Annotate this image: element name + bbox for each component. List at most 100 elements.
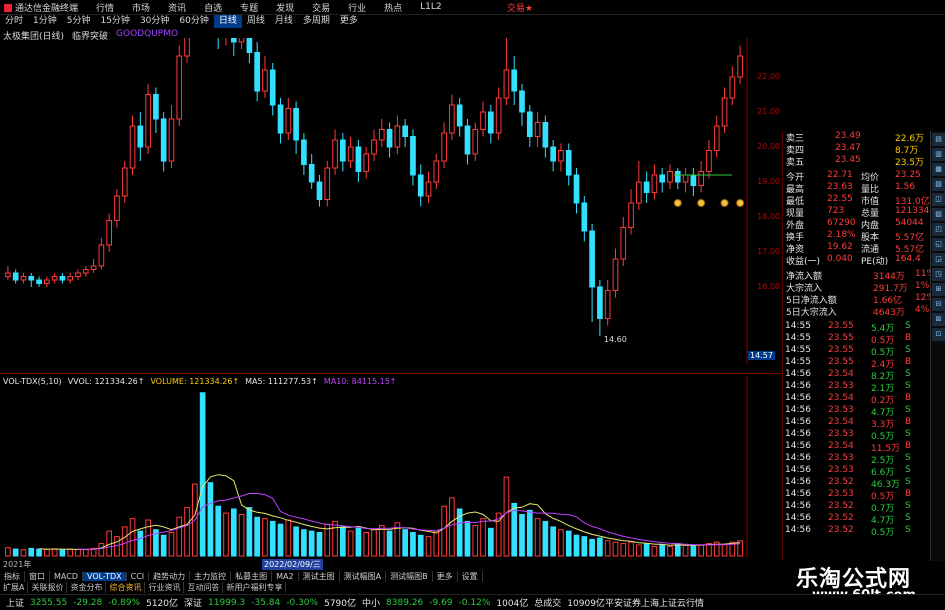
menu-zixuan[interactable]: 自选 [204, 1, 222, 14]
subtab-qa[interactable]: 互动问答 [184, 582, 224, 593]
tab-more[interactable]: 更多 [433, 571, 458, 582]
subtab-fund[interactable]: 资金分布 [67, 582, 107, 593]
tick-row[interactable]: 14:56 23.52 0.7万 S [783, 501, 931, 514]
tick-row[interactable]: 14:56 23.53 0.5万 B [783, 489, 931, 502]
period-5min[interactable]: 5分钟 [62, 15, 96, 28]
tab-ceshi-main[interactable]: 测试主图 [299, 571, 340, 582]
stat-row[interactable]: 收益(一) 0.040 PE(动) 164.4 [783, 254, 931, 267]
tool-icon-13[interactable]: ⊠ [932, 313, 945, 326]
server-note[interactable]: 平安证券上海上证云行情 [605, 596, 704, 609]
menu-zixun[interactable]: 资讯 [168, 1, 186, 14]
tab-chuangkou[interactable]: 窗口 [25, 571, 50, 582]
kline-chart[interactable]: 27.1814.60 [0, 38, 748, 364]
subtab-extend[interactable]: 扩展A [0, 582, 29, 593]
tick-row[interactable]: 14:56 23.54 11.5万 B [783, 441, 931, 454]
tab-zhuli[interactable]: 主力监控 [190, 571, 232, 582]
menu-redian[interactable]: 热点 [384, 1, 402, 14]
tab-settings[interactable]: 设置 [458, 571, 483, 582]
tab-macd[interactable]: MACD [50, 572, 83, 581]
stat-row[interactable]: 现量 723 总量 121334 [783, 206, 931, 219]
subtab-industry[interactable]: 行业资讯 [145, 582, 185, 593]
subtab-related[interactable]: 关联报价 [28, 582, 68, 593]
stat-row[interactable]: 今开 22.71 均价 23.25 [783, 170, 931, 183]
period-30min[interactable]: 30分钟 [135, 15, 174, 28]
stat-row[interactable]: 最低 22.55 市值 131.0亿 [783, 194, 931, 207]
stat-row[interactable]: 外盘 67290 内盘 54044 [783, 218, 931, 231]
tool-icon-9[interactable]: ◲ [932, 253, 945, 266]
period-fenshi[interactable]: 分时 [0, 15, 28, 28]
flow-row[interactable]: 5日大宗流入 4643万 4% [783, 305, 931, 318]
volume-chart[interactable]: 200040006000800010000 [0, 376, 748, 558]
tick-row[interactable]: 14:56 23.52 0.5万 S [783, 525, 931, 538]
tick-row[interactable]: 14:56 23.53 6.6万 S [783, 465, 931, 478]
tool-icon-7[interactable]: ◰ [932, 223, 945, 236]
tick-row[interactable]: 14:56 23.53 0.5万 S [783, 429, 931, 442]
menu-shichang[interactable]: 市场 [132, 1, 150, 14]
flow-row[interactable]: 净流入额 3144万 11% [783, 269, 935, 282]
period-15min[interactable]: 15分钟 [95, 15, 134, 28]
tick-row[interactable]: 14:56 23.53 4.7万 S [783, 405, 931, 418]
period-weekly[interactable]: 周线 [242, 15, 270, 28]
tick-row[interactable]: 14:56 23.54 3.3万 B [783, 417, 931, 430]
tab-simu[interactable]: 私募主图 [231, 571, 273, 582]
period-daily[interactable]: 日线 [213, 15, 242, 28]
tick-row[interactable]: 14:56 23.54 0.2万 B [783, 393, 931, 406]
tick-row[interactable]: 14:56 23.52 4.7万 S [783, 513, 931, 526]
tab-qushi[interactable]: 趋势动力 [149, 571, 191, 582]
tick-row[interactable]: 14:55 23.55 2.4万 B [783, 357, 931, 370]
tick-row[interactable]: 14:56 23.52 46.3万 S [783, 477, 931, 490]
subtab-newuser[interactable]: 新用户福利专享 [223, 582, 287, 593]
tool-icon-5[interactable]: ◫ [932, 193, 945, 206]
menu-hangye[interactable]: 行业 [348, 1, 366, 14]
tool-icon-8[interactable]: ◱ [932, 238, 945, 251]
subtab-news[interactable]: 综合资讯 [106, 582, 146, 593]
tick-row[interactable]: 14:56 23.53 2.5万 S [783, 453, 931, 466]
period-1min[interactable]: 1分钟 [28, 15, 62, 28]
tab-zhibiao[interactable]: 指标 [0, 571, 25, 582]
tool-icon-6[interactable]: ▨ [932, 208, 945, 221]
tab-ma2[interactable]: MA2 [272, 572, 299, 581]
period-more[interactable]: 更多 [335, 15, 363, 28]
tab-cci[interactable]: CCI [127, 572, 150, 581]
flow-row[interactable]: 大宗流入 291.7万 1% [783, 281, 931, 294]
tab-vol-tdx[interactable]: VOL-TDX [82, 572, 127, 581]
ask-row[interactable]: 卖三 23.49 22.6万 [783, 131, 931, 144]
tab-ceshi-a[interactable]: 测试幅图A [340, 571, 387, 582]
period-60min[interactable]: 60分钟 [174, 15, 213, 28]
tick-row[interactable]: 14:55 23.55 5.4万 S [783, 321, 931, 334]
menu-jiaoyi[interactable]: 交易 [312, 1, 330, 14]
trade-brand-link[interactable]: 交易★ [507, 1, 533, 14]
tick-row[interactable]: 14:55 23.55 0.5万 B [783, 333, 931, 346]
ask-row[interactable]: 卖五 23.45 23.5万 [783, 155, 931, 168]
tool-icon-2[interactable]: ▥ [932, 148, 945, 161]
stat-row[interactable]: 最高 23.63 量比 1.56 [783, 182, 931, 195]
menu-faxian[interactable]: 发现 [276, 1, 294, 14]
tick-row[interactable]: 14:55 23.55 0.5万 S [783, 345, 931, 358]
zx-label[interactable]: 中小 [362, 596, 380, 609]
tool-icon-1[interactable]: ▤ [932, 133, 945, 146]
ask-row[interactable]: 卖四 23.47 8.7万 [783, 143, 931, 156]
tool-icon-4[interactable]: ▧ [932, 178, 945, 191]
tool-icon-3[interactable]: ▦ [932, 163, 945, 176]
tool-icon-10[interactable]: ◳ [932, 268, 945, 281]
tool-icon-14[interactable]: ⊡ [932, 328, 945, 341]
tab-ceshi-b[interactable]: 测试幅图B [386, 571, 433, 582]
candle-body [433, 160, 440, 183]
period-multi[interactable]: 多周期 [298, 15, 335, 28]
tick-price: 23.55 [828, 357, 854, 367]
stat-row[interactable]: 净资 19.62 流通 5.57亿 [783, 242, 931, 255]
tick-row[interactable]: 14:56 23.54 8.2万 S [783, 369, 931, 382]
stat-row[interactable]: 换手 2.18% 股本 5.57亿 [783, 230, 931, 243]
tool-icon-11[interactable]: ⊞ [932, 283, 945, 296]
flow-row[interactable]: 5日净流入额 1.66亿 12% [783, 293, 935, 306]
sh-label[interactable]: 上证 [6, 596, 24, 609]
sz-label[interactable]: 深证 [184, 596, 202, 609]
menu-hangqing[interactable]: 行情 [96, 1, 114, 14]
tool-icon-12[interactable]: ⊟ [932, 298, 945, 311]
menu-l1l2[interactable]: L1L2 [420, 2, 441, 12]
tick-row[interactable]: 14:56 23.53 2.1万 S [783, 381, 931, 394]
period-monthly[interactable]: 月线 [270, 15, 298, 28]
candle-body [620, 227, 627, 260]
candle-body [5, 272, 11, 277]
menu-zhuanti[interactable]: 专题 [240, 1, 258, 14]
